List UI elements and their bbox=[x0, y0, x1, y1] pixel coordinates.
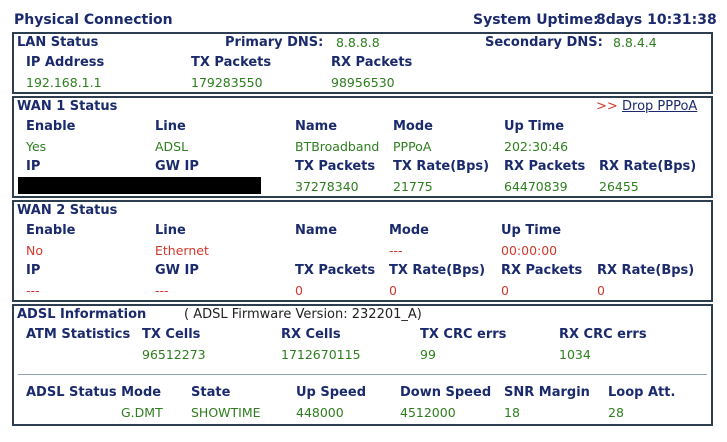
page-title: Physical Connection bbox=[14, 12, 173, 28]
adsl-loop-att-value: 28 bbox=[608, 405, 624, 420]
uptime-label: System Uptime: bbox=[473, 12, 599, 28]
wan1-rx-packets-header: RX Packets bbox=[504, 159, 586, 174]
wan2-gwip-header: GW IP bbox=[155, 263, 199, 278]
wan2-mode-value: --- bbox=[389, 243, 403, 258]
uptime-value: 8days 10:31:38 bbox=[596, 12, 717, 28]
secondary-dns-label: Secondary DNS: bbox=[485, 35, 603, 50]
atm-statistics-label: ATM Statistics bbox=[26, 327, 131, 342]
atm-tx-crc-header: TX CRC errs bbox=[420, 327, 507, 342]
wan2-rx-packets-header: RX Packets bbox=[501, 263, 583, 278]
drop-pppoa-link[interactable]: Drop PPPoA bbox=[622, 99, 697, 115]
wan2-ip-value: --- bbox=[26, 283, 40, 298]
wan1-mode-header: Mode bbox=[393, 119, 433, 134]
adsl-state-value: SHOWTIME bbox=[191, 405, 261, 420]
atm-rx-crc-value: 1034 bbox=[559, 347, 591, 362]
atm-tx-cells-header: TX Cells bbox=[142, 327, 201, 342]
wan1-tx-packets-value: 37278340 bbox=[295, 179, 359, 194]
wan1-enable-value: Yes bbox=[26, 139, 47, 154]
wan1-line-header: Line bbox=[155, 119, 186, 134]
wan2-tx-rate-value: 0 bbox=[389, 283, 397, 298]
wan1-line-value: ADSL bbox=[155, 139, 189, 154]
adsl-divider bbox=[18, 374, 707, 375]
wan2-uptime-value: 00:00:00 bbox=[501, 243, 558, 258]
drop-link-prefix: >> bbox=[596, 99, 618, 114]
wan1-name-header: Name bbox=[295, 119, 338, 134]
adsl-loop-att-header: Loop Att. bbox=[608, 385, 676, 400]
wan1-rx-packets-value: 64470839 bbox=[504, 179, 568, 194]
secondary-dns-value: 8.8.4.4 bbox=[613, 35, 657, 50]
atm-tx-crc-value: 99 bbox=[420, 347, 436, 362]
wan1-uptime-value: 202:30:46 bbox=[504, 139, 569, 154]
adsl-status-mode-header: ADSL Status Mode bbox=[26, 385, 162, 400]
wan1-enable-header: Enable bbox=[26, 119, 76, 134]
wan1-mode-value: PPPoA bbox=[393, 139, 432, 154]
primary-dns-label: Primary DNS: bbox=[225, 35, 324, 50]
lan-tx-header: TX Packets bbox=[191, 55, 272, 70]
wan2-uptime-header: Up Time bbox=[501, 223, 562, 238]
adsl-down-speed-value: 4512000 bbox=[400, 405, 456, 420]
lan-tx-value: 179283550 bbox=[191, 75, 263, 90]
lan-rx-header: RX Packets bbox=[331, 55, 413, 70]
adsl-up-speed-header: Up Speed bbox=[296, 385, 366, 400]
wan1-ip-header: IP bbox=[26, 159, 41, 174]
adsl-snr-margin-value: 18 bbox=[504, 405, 520, 420]
wan2-ip-header: IP bbox=[26, 263, 41, 278]
lan-ip-value: 192.168.1.1 bbox=[26, 75, 102, 90]
adsl-mode-value: G.DMT bbox=[121, 405, 163, 420]
atm-rx-crc-header: RX CRC errs bbox=[559, 327, 647, 342]
redacted-ip-bar bbox=[18, 177, 261, 194]
wan2-tx-rate-header: TX Rate(Bps) bbox=[389, 263, 486, 278]
adsl-up-speed-value: 448000 bbox=[296, 405, 344, 420]
adsl-firmware-text: ( ADSL Firmware Version: 232201_A) bbox=[184, 307, 422, 322]
wan2-rx-rate-value: 0 bbox=[597, 283, 605, 298]
wan2-mode-header: Mode bbox=[389, 223, 429, 238]
wan2-gwip-value: --- bbox=[155, 283, 169, 298]
wan2-status-title: WAN 2 Status bbox=[17, 203, 118, 218]
wan1-status-title: WAN 1 Status bbox=[17, 99, 118, 114]
adsl-info-title: ADSL Information bbox=[17, 307, 147, 322]
wan2-rx-rate-header: RX Rate(Bps) bbox=[597, 263, 695, 278]
wan2-line-value: Ethernet bbox=[155, 243, 209, 258]
wan1-uptime-header: Up Time bbox=[504, 119, 565, 134]
lan-ip-header: IP Address bbox=[26, 55, 105, 70]
atm-tx-cells-value: 96512273 bbox=[142, 347, 206, 362]
adsl-snr-margin-header: SNR Margin bbox=[504, 385, 590, 400]
wan2-tx-packets-header: TX Packets bbox=[295, 263, 376, 278]
wan1-gwip-header: GW IP bbox=[155, 159, 199, 174]
atm-rx-cells-header: RX Cells bbox=[281, 327, 341, 342]
lan-status-title: LAN Status bbox=[17, 35, 99, 50]
wan2-tx-packets-value: 0 bbox=[295, 283, 303, 298]
primary-dns-value: 8.8.8.8 bbox=[336, 35, 380, 50]
wan1-name-value: BTBroadband bbox=[295, 139, 380, 154]
lan-rx-value: 98956530 bbox=[331, 75, 395, 90]
wan2-enable-header: Enable bbox=[26, 223, 76, 238]
wan1-tx-rate-value: 21775 bbox=[393, 179, 433, 194]
wan1-rx-rate-value: 26455 bbox=[599, 179, 639, 194]
wan2-name-header: Name bbox=[295, 223, 338, 238]
wan2-line-header: Line bbox=[155, 223, 186, 238]
wan1-rx-rate-header: RX Rate(Bps) bbox=[599, 159, 697, 174]
wan1-tx-rate-header: TX Rate(Bps) bbox=[393, 159, 490, 174]
wan2-enable-value: No bbox=[26, 243, 43, 258]
adsl-state-header: State bbox=[191, 385, 231, 400]
adsl-down-speed-header: Down Speed bbox=[400, 385, 492, 400]
atm-rx-cells-value: 1712670115 bbox=[281, 347, 361, 362]
wan1-tx-packets-header: TX Packets bbox=[295, 159, 376, 174]
wan2-rx-packets-value: 0 bbox=[501, 283, 509, 298]
